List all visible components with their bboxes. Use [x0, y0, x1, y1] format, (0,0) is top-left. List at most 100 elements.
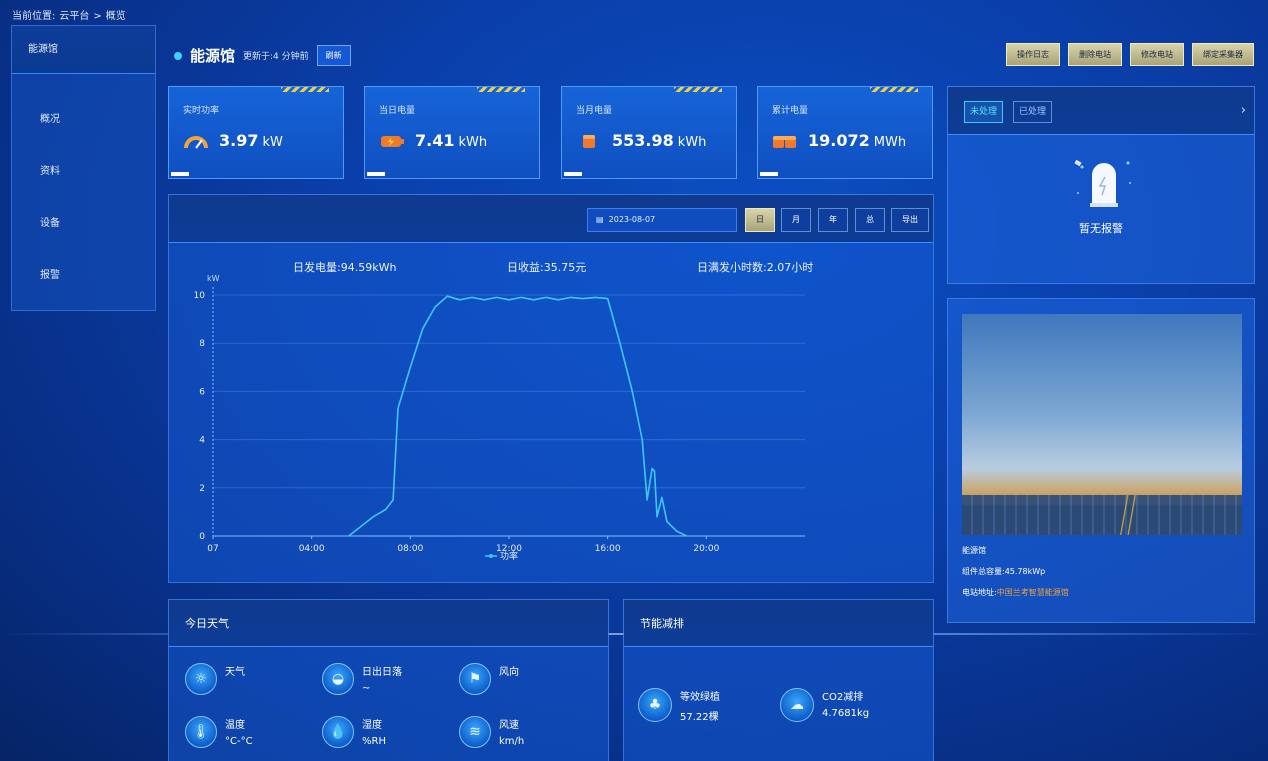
updated-time: 更新于:4 分钟前 [243, 52, 309, 62]
green-plants-item: ♣ 等效绿植 57.22棵 [638, 688, 720, 723]
card-stripes [477, 87, 525, 92]
kpi-label: 累计电量 [772, 106, 809, 116]
weather-label: 风速 [499, 720, 519, 731]
kpi-unit: kWh [458, 135, 488, 150]
savings-value: 57.22棵 [680, 712, 719, 723]
series-line-power [348, 295, 687, 537]
weather-value: ~ [362, 683, 371, 694]
station-address: 中国兰考智慧能源馆 [996, 588, 1069, 597]
kpi-card-monthly-energy: 当月电量 553.98 kWh [561, 86, 737, 179]
weather-value: °C-°C [225, 736, 253, 747]
sidebar-item-overview[interactable]: 概况 [40, 110, 60, 125]
kpi-unit: MWh [873, 135, 907, 150]
sidebar-item-info[interactable]: 资料 [40, 162, 60, 177]
station-header: 能源馆 更新于:4 分钟前 刷新 [174, 45, 351, 66]
delete-station-button[interactable]: 删除电站 [1068, 43, 1122, 66]
co2-item: ☁ CO2减排 4.7681kg [780, 688, 869, 722]
sidebar: 能源馆 概况 资料 设备 报警 [11, 25, 156, 311]
alarm-panel: 未处理 已处理 › 暂无报警 [947, 86, 1255, 284]
savings-title: 节能减排 [624, 600, 933, 647]
power-chart-panel: ▤ 2023-08-07 日 月 年 总 导出 日发电量:94.59kWh 日收… [168, 194, 934, 583]
tab-processed[interactable]: 已处理 [1013, 101, 1053, 123]
breadcrumb-prefix: 当前位置: [12, 11, 56, 22]
kpi-card-total-energy: 累计电量 19.072 MWh [757, 86, 933, 179]
y-tick-label: 10 [194, 291, 206, 301]
weather-label: 湿度 [362, 720, 382, 731]
kpi-value: 3.97 [219, 131, 259, 150]
breadcrumb-separator: > [93, 11, 102, 22]
edit-station-button[interactable]: 修改电站 [1130, 43, 1184, 66]
breadcrumb-current: 概览 [105, 11, 126, 22]
x-tick-label: 08:00 [397, 544, 423, 554]
kpi-unit: kW [262, 135, 283, 150]
weather-label: 风向 [499, 667, 519, 678]
y-tick-label: 0 [199, 532, 205, 542]
kpi-label: 当月电量 [576, 106, 613, 116]
weather-label: 温度 [225, 720, 245, 731]
action-buttons: 操作日志 删除电站 修改电站 绑定采集器 [1006, 43, 1254, 66]
station-info-panel: 能源馆 组件总容量:45.78kWp 电站地址:中国兰考智慧能源馆 [947, 298, 1255, 623]
savings-label: CO2减排 [822, 692, 864, 703]
kpi-value: 7.41 [415, 131, 455, 150]
breadcrumb: 当前位置: 云平台 > 概览 [12, 7, 130, 22]
weather-value: km/h [499, 736, 525, 747]
kpi-card-daily-energy: 当日电量 7.41 kWh [364, 86, 540, 179]
weather-label: 天气 [225, 667, 245, 678]
energy-saving-panel: 节能减排 ♣ 等效绿植 57.22棵 ☁ CO2减排 4.7681kg [623, 599, 934, 761]
humidity-item: 💧 湿度 %RH [322, 716, 386, 748]
station-name: 能源馆 [962, 546, 986, 555]
x-tick-label: 04:00 [299, 544, 325, 554]
sidebar-item-alarms[interactable]: 报警 [40, 266, 60, 281]
breadcrumb-parent-link[interactable]: 云平台 [59, 11, 89, 22]
station-address-label: 电站地址: [962, 588, 997, 597]
card-corner [760, 172, 778, 176]
thermometer-icon: 🌡 [185, 716, 217, 748]
card-corner [171, 172, 189, 176]
sunrise-icon: ◒ [322, 663, 354, 695]
station-capacity: 组件总容量:45.78kWp [962, 567, 1046, 576]
chevron-right-icon[interactable]: › [1241, 103, 1246, 118]
no-alarm-text: 暂无报警 [1079, 222, 1123, 235]
savings-label: 等效绿植 [680, 692, 720, 703]
kpi-value: 553.98 [612, 131, 674, 150]
x-tick-label: 20:00 [693, 544, 719, 554]
y-tick-label: 8 [199, 339, 205, 349]
y-axis-unit-label: kW [207, 274, 220, 283]
kpi-value: 19.072 [808, 131, 870, 150]
power-line-chart: 0246810kW07 04:00 08:00 12:00 16:00 20:00功率 [194, 274, 805, 562]
bind-collector-button[interactable]: 绑定采集器 [1192, 43, 1254, 66]
wind-icon: ≋ [459, 716, 491, 748]
droplet-icon: 💧 [322, 716, 354, 748]
y-tick-label: 6 [199, 387, 205, 397]
status-dot [174, 51, 182, 60]
weather-panel: 今日天气 ☼ 天气 ◒ 日出日落 ~ ⚑ 风向 🌡 温度 °C-°C 💧 湿度 %RH… [168, 599, 609, 761]
wind-speed-item: ≋ 风速 km/h [459, 716, 524, 748]
tree-icon: ♣ [638, 688, 672, 722]
y-tick-label: 2 [199, 484, 205, 494]
kpi-label: 当日电量 [379, 106, 416, 116]
card-stripes [674, 87, 722, 92]
sunrise-item: ◒ 日出日落 ~ [322, 663, 402, 695]
weather-label: 日出日落 [362, 667, 402, 678]
battery-stack-icon [576, 132, 602, 150]
temperature-item: 🌡 温度 °C-°C [185, 716, 253, 748]
operation-log-button[interactable]: 操作日志 [1006, 43, 1060, 66]
battery-icon [379, 132, 405, 150]
refresh-button[interactable]: 刷新 [316, 45, 351, 66]
card-corner [564, 172, 582, 176]
sun-icon: ☼ [185, 663, 217, 695]
savings-value: 4.7681kg [822, 708, 870, 719]
tab-unprocessed[interactable]: 未处理 [964, 101, 1004, 123]
card-stripes [281, 87, 329, 92]
bulb-illustration-icon [1074, 159, 1131, 207]
weather-title: 今日天气 [169, 600, 608, 647]
legend-marker [489, 554, 493, 558]
legend-label: 功率 [500, 550, 518, 562]
battery-stack-icon [772, 132, 798, 150]
wind-direction-item: ⚑ 风向 [459, 663, 519, 695]
station-photo [962, 314, 1242, 535]
sidebar-title: 能源馆 [12, 26, 155, 74]
kpi-unit: kWh [677, 135, 707, 150]
sidebar-item-devices[interactable]: 设备 [40, 214, 60, 229]
windsock-icon: ⚑ [459, 663, 491, 695]
